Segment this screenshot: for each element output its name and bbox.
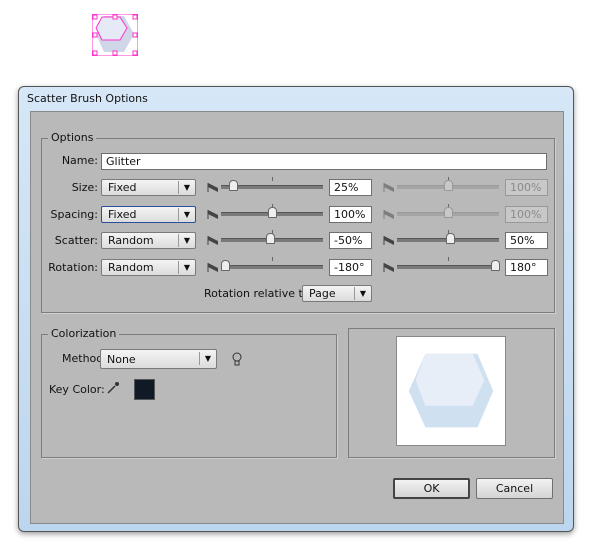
method-value: Random xyxy=(108,234,154,247)
min-value-input[interactable]: -180° xyxy=(329,258,372,276)
slider-min-icon xyxy=(207,235,219,246)
key-color-label: Key Color: xyxy=(49,383,105,396)
cancel-button[interactable]: Cancel xyxy=(476,478,553,499)
eyedropper-icon[interactable] xyxy=(106,381,120,395)
rotation-relative-label: Rotation relative to: xyxy=(204,287,314,300)
slider-max-icon xyxy=(383,209,395,220)
row-label: Scatter: xyxy=(54,234,98,247)
rotation-relative-dropdown[interactable]: Page ▼ xyxy=(302,285,372,302)
chevron-down-icon: ▼ xyxy=(178,181,195,194)
min-slider-thumb[interactable] xyxy=(229,180,239,191)
min-slider-track[interactable] xyxy=(221,264,323,269)
max-slider-thumb[interactable] xyxy=(446,233,456,244)
min-value-input[interactable]: 25% xyxy=(329,179,372,196)
method-value: None xyxy=(107,353,136,366)
max-slider-thumb[interactable] xyxy=(490,259,500,271)
min-slider-thumb[interactable] xyxy=(265,233,275,244)
method-dropdown[interactable]: Random ▼ xyxy=(101,232,196,249)
brush-preview-panel xyxy=(348,328,555,458)
slider-min-icon xyxy=(207,262,219,273)
name-input[interactable]: Glitter xyxy=(101,153,547,170)
lightbulb-tips-icon[interactable] xyxy=(232,352,242,366)
min-value-input[interactable]: 100% xyxy=(329,205,372,223)
colorization-group: Colorization Method: None ▼ Key Color: xyxy=(41,327,337,458)
chevron-down-icon: ▼ xyxy=(178,260,195,274)
brush-preview-image xyxy=(396,336,506,446)
min-value-input[interactable]: -50% xyxy=(329,232,372,249)
key-color-swatch[interactable] xyxy=(134,379,155,400)
slider-max-icon xyxy=(383,262,395,273)
method-value: Fixed xyxy=(108,181,137,194)
method-dropdown[interactable]: Fixed ▼ xyxy=(101,179,196,196)
slider-min-icon xyxy=(207,209,219,220)
max-slider-thumb[interactable] xyxy=(444,206,453,218)
row-label: Rotation: xyxy=(48,260,98,274)
method-value: Fixed xyxy=(108,207,137,221)
min-slider-thumb[interactable] xyxy=(268,206,277,218)
max-slider-track[interactable] xyxy=(397,264,499,269)
chevron-down-icon: ▼ xyxy=(354,287,371,300)
options-group-label: Options xyxy=(48,131,97,144)
name-label: Name: xyxy=(61,154,98,167)
colorization-method-dropdown[interactable]: None ▼ xyxy=(100,349,217,369)
max-value-input[interactable]: 100% xyxy=(505,205,548,223)
row-label: Size: xyxy=(71,181,98,194)
row-label: Spacing: xyxy=(50,207,98,221)
method-dropdown[interactable]: Fixed ▼ xyxy=(101,205,196,223)
rotation-relative-value: Page xyxy=(309,287,336,300)
options-group: Options Name: Glitter Size: Fixed ▼ 25% 1… xyxy=(41,131,555,313)
chevron-down-icon: ▼ xyxy=(178,234,195,247)
slider-max-icon xyxy=(383,235,395,246)
method-value: Random xyxy=(108,260,154,274)
chevron-down-icon: ▼ xyxy=(199,352,216,365)
slider-min-icon xyxy=(207,182,219,193)
slider-max-icon xyxy=(383,182,395,193)
center-tick xyxy=(272,256,273,261)
max-slider-thumb[interactable] xyxy=(444,180,453,191)
method-dropdown[interactable]: Random ▼ xyxy=(101,258,196,276)
min-slider-thumb[interactable] xyxy=(221,259,231,271)
max-value-input[interactable]: 50% xyxy=(505,232,548,249)
scatter-brush-options-dialog: Scatter Brush Options Options Name: Glit… xyxy=(18,86,574,532)
selected-artwork-hexagon[interactable] xyxy=(92,14,138,56)
ok-button[interactable]: OK xyxy=(393,478,470,499)
center-tick xyxy=(272,177,273,181)
chevron-down-icon: ▼ xyxy=(178,207,195,221)
dialog-title: Scatter Brush Options xyxy=(27,92,148,105)
max-value-input[interactable]: 180° xyxy=(505,258,548,276)
colorization-group-label: Colorization xyxy=(48,327,120,340)
center-tick xyxy=(448,256,449,261)
dialog-body: Options Name: Glitter Size: Fixed ▼ 25% 1… xyxy=(30,111,564,524)
max-value-input[interactable]: 100% xyxy=(505,179,548,196)
